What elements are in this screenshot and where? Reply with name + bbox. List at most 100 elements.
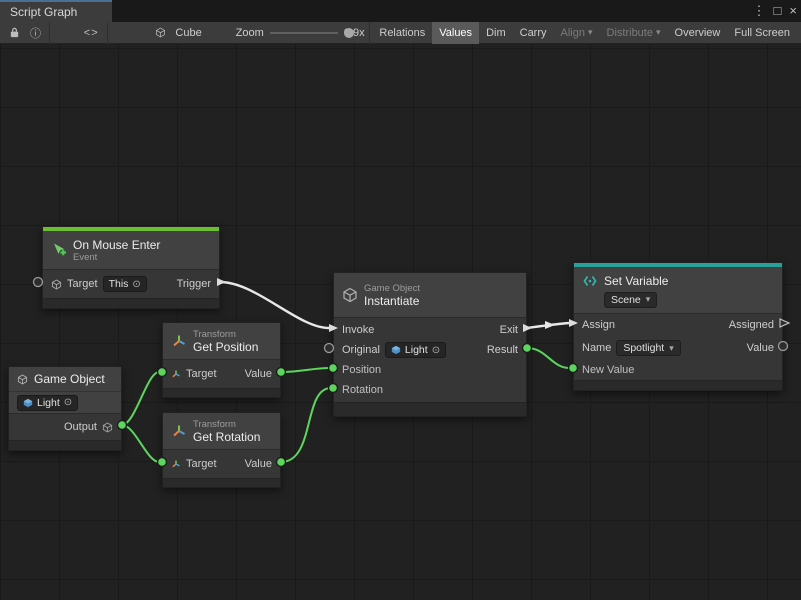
- node-footer: [9, 440, 121, 450]
- node-game-object-literal[interactable]: Game Object Light ⊙ Output: [8, 366, 122, 451]
- node-title: Set Variable: [604, 274, 668, 288]
- cube-icon: [17, 374, 28, 385]
- chevron-down-icon: ▾: [646, 294, 651, 305]
- variable-kind-dropdown[interactable]: Scene ▾: [604, 292, 657, 308]
- node-footer: [574, 380, 782, 390]
- transform-icon: [171, 423, 187, 439]
- chevron-down-icon: ▾: [669, 343, 674, 354]
- chevron-down-icon: ▾: [588, 27, 593, 38]
- graph-name: Cube: [171, 27, 205, 39]
- relations-button[interactable]: Relations: [372, 22, 432, 44]
- tab-script-graph[interactable]: Script Graph: [0, 0, 112, 22]
- wire-result-to-new-value[interactable]: [527, 348, 570, 368]
- port-label-name: Name: [582, 342, 611, 354]
- align-button[interactable]: Align ▾: [554, 22, 600, 44]
- node-subtitle: Event: [73, 252, 160, 263]
- node-footer: [43, 298, 219, 308]
- port-label-new-value: New Value: [582, 364, 634, 376]
- transform-icon: [171, 369, 181, 379]
- port-label-output: Output: [64, 421, 97, 433]
- node-footer: [334, 402, 526, 416]
- original-object-field[interactable]: Light ⊙: [385, 342, 446, 358]
- object-field-value: This: [109, 278, 129, 290]
- object-picker-icon[interactable]: ⊙: [64, 397, 72, 408]
- toolbar-separator: [369, 22, 370, 44]
- port-label-invoke: Invoke: [342, 324, 374, 336]
- node-title: Instantiate: [364, 294, 420, 308]
- node-group: Transform: [193, 419, 260, 430]
- node-footer: [163, 388, 280, 397]
- port-label-result: Result: [487, 344, 518, 356]
- port-label-value: Value: [747, 342, 774, 354]
- event-icon: [51, 242, 67, 258]
- node-get-position[interactable]: Transform Get Position Target Value: [162, 322, 281, 398]
- object-picker-icon[interactable]: ⊙: [132, 279, 140, 290]
- maximize-icon[interactable]: □: [774, 0, 782, 22]
- variable-name-value: Spotlight: [623, 342, 664, 354]
- port-label-position: Position: [342, 364, 381, 376]
- wire-getposition-value-to-position[interactable]: [281, 368, 330, 372]
- cube-icon: [102, 422, 113, 433]
- wire-exit-to-assign[interactable]: [527, 323, 569, 328]
- gameobject-icon: [391, 345, 401, 355]
- node-title: Get Position: [193, 340, 258, 354]
- variable-kind-value: Scene: [611, 294, 641, 306]
- graph-canvas[interactable]: On Mouse Enter Event Target This ⊙ Trigg…: [0, 44, 801, 600]
- port-label-rotation: Rotation: [342, 384, 383, 396]
- fullscreen-button[interactable]: Full Screen: [727, 22, 797, 44]
- node-title: On Mouse Enter: [73, 238, 160, 252]
- more-menu-icon[interactable]: ⋮: [753, 0, 766, 22]
- tab-title: Script Graph: [10, 5, 77, 19]
- port-label-exit: Exit: [500, 324, 518, 336]
- align-label: Align: [561, 27, 585, 39]
- port-label-trigger: Trigger: [177, 278, 211, 290]
- close-icon[interactable]: ×: [789, 0, 797, 22]
- wire-output-to-getposition-target[interactable]: [122, 372, 159, 425]
- variable-icon: [582, 273, 598, 289]
- zoom-slider-handle[interactable]: [344, 28, 354, 38]
- transform-icon: [171, 333, 187, 349]
- port-label-value: Value: [245, 458, 272, 470]
- wire-flow-arrow: [545, 321, 555, 329]
- info-icon[interactable]: ⓘ: [25, 22, 46, 44]
- zoom-slider[interactable]: [270, 22, 338, 44]
- target-object-field[interactable]: This ⊙: [103, 276, 147, 292]
- gameobject-icon: [23, 398, 33, 408]
- port-label-target: Target: [186, 368, 217, 380]
- port-label-assign: Assign: [582, 319, 615, 331]
- port-label-value: Value: [245, 368, 272, 380]
- node-group: Game Object: [364, 283, 420, 294]
- wire-output-to-getrotation-target[interactable]: [122, 425, 159, 462]
- node-title: Game Object: [34, 372, 105, 386]
- object-picker-icon[interactable]: ⊙: [432, 345, 440, 356]
- node-on-mouse-enter[interactable]: On Mouse Enter Event Target This ⊙ Trigg…: [42, 226, 220, 309]
- game-object-field[interactable]: Light ⊙: [17, 395, 78, 411]
- dim-button[interactable]: Dim: [479, 22, 513, 44]
- wire-getrotation-value-to-rotation[interactable]: [281, 388, 330, 462]
- node-group: Transform: [193, 329, 258, 340]
- chevron-down-icon: ▾: [656, 27, 661, 38]
- overview-button[interactable]: Overview: [668, 22, 728, 44]
- distribute-button[interactable]: Distribute ▾: [600, 22, 668, 44]
- node-footer: [163, 478, 280, 487]
- node-set-variable[interactable]: Set Variable Scene ▾ Assign Assigned Nam…: [573, 262, 783, 391]
- port-label-assigned: Assigned: [729, 319, 774, 331]
- port-label-original: Original: [342, 344, 380, 356]
- code-icon[interactable]: <>: [79, 22, 104, 44]
- distribute-label: Distribute: [607, 27, 653, 39]
- graph-toolbar: ⓘ <> Cube Zoom 0.9x Relations Values Dim…: [0, 22, 801, 44]
- cube-icon: [342, 287, 358, 303]
- graph-cube-icon: [150, 22, 171, 44]
- node-instantiate[interactable]: Game Object Instantiate Invoke Exit Orig…: [333, 272, 527, 417]
- node-title: Get Rotation: [193, 430, 260, 444]
- values-button[interactable]: Values: [432, 22, 479, 44]
- game-object-icon: [51, 279, 62, 290]
- node-get-rotation[interactable]: Transform Get Rotation Target Value: [162, 412, 281, 488]
- port-label-target: Target: [186, 458, 217, 470]
- toolbar-separator: [49, 22, 50, 44]
- lock-icon[interactable]: [4, 22, 25, 44]
- variable-name-dropdown[interactable]: Spotlight ▾: [616, 340, 680, 356]
- zoom-label: Zoom: [232, 27, 268, 39]
- port-label-target: Target: [67, 278, 98, 290]
- carry-button[interactable]: Carry: [513, 22, 554, 44]
